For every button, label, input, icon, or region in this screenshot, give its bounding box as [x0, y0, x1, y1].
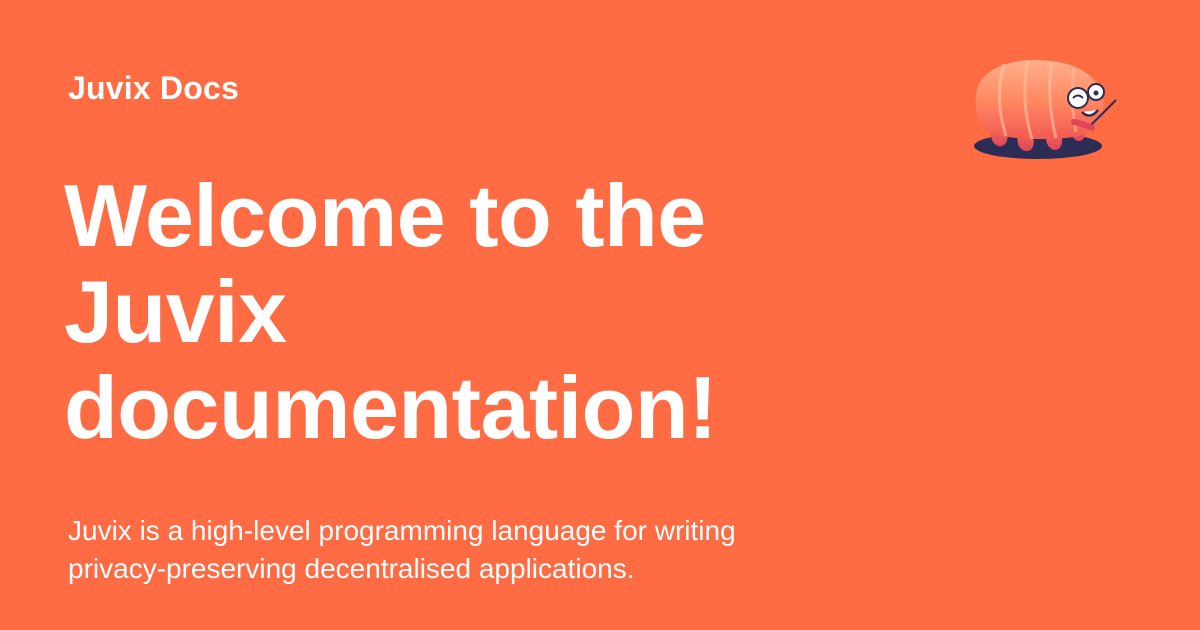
- page-title: Welcome to the Juvix documentation!: [64, 166, 717, 457]
- tardigrade-mascot-icon: [962, 52, 1122, 168]
- site-name: Juvix Docs: [68, 70, 239, 106]
- page-description: Juvix is a high-level programming langua…: [68, 515, 736, 584]
- social-card: Juvix Docs Welcome to the Juvix document…: [0, 0, 1200, 630]
